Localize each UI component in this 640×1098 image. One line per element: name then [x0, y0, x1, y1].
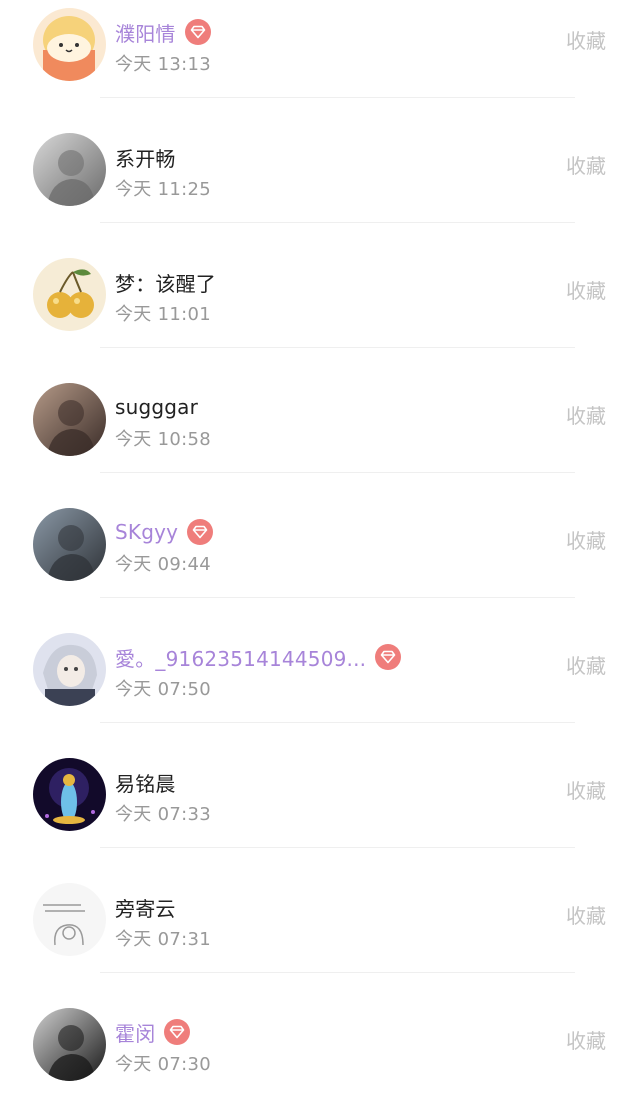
favorite-button[interactable]: 收藏: [566, 275, 606, 304]
visit-time: 今天 11:01: [115, 304, 211, 325]
name-line: SKgyy: [115, 517, 214, 547]
glow-avatar[interactable]: [33, 758, 106, 831]
name-line: 易铭晨: [115, 767, 176, 797]
list-item[interactable]: 濮阳情 今天 13:13 收藏: [0, 0, 640, 98]
name-line: 旁寄云: [115, 892, 176, 922]
visit-time: 今天 10:58: [115, 429, 211, 450]
list-item[interactable]: 易铭晨 今天 07:33 收藏: [0, 723, 640, 848]
photo-avatar[interactable]: [33, 1008, 106, 1081]
list-item[interactable]: 旁寄云 今天 07:31 收藏: [0, 848, 640, 973]
favorite-button[interactable]: 收藏: [566, 25, 606, 54]
cartoon-avatar[interactable]: [33, 8, 106, 81]
favorite-button[interactable]: 收藏: [566, 775, 606, 804]
visit-time: 今天 07:31: [115, 929, 211, 950]
user-name[interactable]: 梦：该醒了: [115, 268, 216, 297]
name-line: 梦：该醒了: [115, 267, 216, 297]
visit-time: 今天 13:13: [115, 54, 211, 75]
list-item[interactable]: sugggar 今天 10:58 收藏: [0, 348, 640, 473]
name-line: 系开畅: [115, 142, 176, 172]
photo-avatar[interactable]: [33, 383, 106, 456]
user-name[interactable]: 系开畅: [115, 143, 176, 172]
list-item[interactable]: SKgyy 今天 09:44 收藏: [0, 473, 640, 598]
favorite-button[interactable]: 收藏: [566, 1025, 606, 1054]
list-item[interactable]: 愛。_91623514144509... 今天 07:50 收藏: [0, 598, 640, 723]
list-item[interactable]: 霍闵 今天 07:30 收藏: [0, 973, 640, 1098]
name-line: sugggar: [115, 392, 198, 422]
user-name[interactable]: 霍闵: [115, 1018, 155, 1047]
diamond-icon: [164, 1019, 191, 1045]
visit-time: 今天 09:44: [115, 554, 211, 575]
diamond-icon: [187, 519, 214, 545]
list-item[interactable]: 系开畅 今天 11:25 收藏: [0, 98, 640, 223]
user-name[interactable]: 旁寄云: [115, 893, 176, 922]
user-name[interactable]: 易铭晨: [115, 768, 176, 797]
visit-time: 今天 07:50: [115, 679, 211, 700]
user-name[interactable]: sugggar: [115, 395, 198, 419]
list-item[interactable]: 梦：该醒了 今天 11:01 收藏: [0, 223, 640, 348]
user-name[interactable]: 濮阳情: [115, 18, 176, 47]
user-name[interactable]: SKgyy: [115, 520, 178, 544]
favorite-button[interactable]: 收藏: [566, 650, 606, 679]
photo-avatar[interactable]: [33, 133, 106, 206]
user-name[interactable]: 愛。_91623514144509...: [115, 643, 366, 672]
cherry-avatar[interactable]: [33, 258, 106, 331]
anime-avatar[interactable]: [33, 633, 106, 706]
visit-time: 今天 11:25: [115, 179, 211, 200]
name-line: 霍闵: [115, 1017, 191, 1047]
favorite-button[interactable]: 收藏: [566, 900, 606, 929]
visit-time: 今天 07:33: [115, 804, 211, 825]
diamond-icon: [184, 19, 211, 45]
favorite-button[interactable]: 收藏: [566, 525, 606, 554]
favorite-button[interactable]: 收藏: [566, 150, 606, 179]
photo-avatar[interactable]: [33, 508, 106, 581]
sketch-avatar[interactable]: [33, 883, 106, 956]
name-line: 濮阳情: [115, 17, 211, 47]
name-line: 愛。_91623514144509...: [115, 642, 402, 672]
visitor-list: 濮阳情 今天 13:13 收藏 系开畅 今天 11:25 收藏 梦：该醒了 今天…: [0, 0, 640, 1098]
diamond-icon: [375, 644, 402, 670]
visit-time: 今天 07:30: [115, 1054, 211, 1075]
favorite-button[interactable]: 收藏: [566, 400, 606, 429]
